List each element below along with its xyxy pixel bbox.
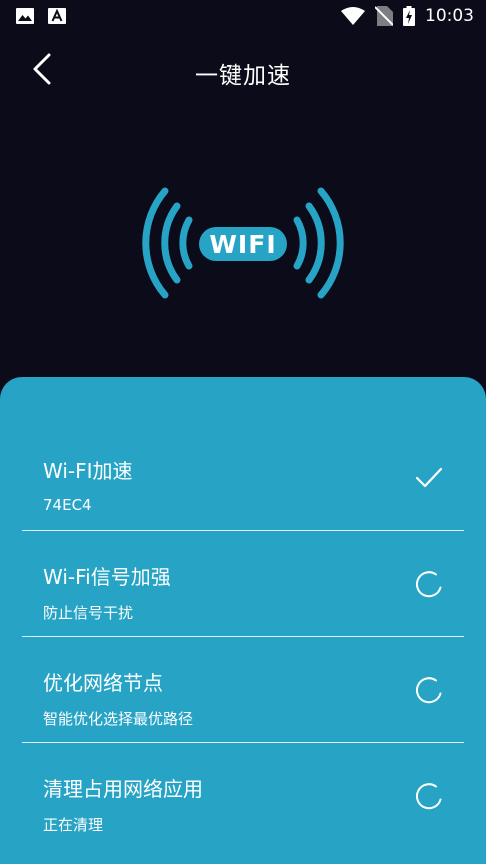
page-title: 一键加速 [195, 63, 291, 89]
task-title: 清理占用网络应用 [43, 777, 203, 801]
header: 一键加速 [0, 40, 486, 100]
no-sim-icon [375, 6, 393, 26]
wifi-wave-right-middle [305, 202, 325, 284]
task-subtitle: 智能优化选择最优路径 [43, 710, 194, 728]
task-title: Wi-FI加速 [43, 459, 133, 483]
checkmark-icon [415, 467, 443, 488]
font-a-icon [48, 8, 66, 24]
wifi-wave-right-inner [293, 216, 307, 270]
status-time: 10:03 [425, 6, 474, 26]
task-item-signal-boost: Wi-Fi信号加强 防止信号干扰 [22, 531, 464, 637]
task-item-wifi-boost: Wi-FI加速 74EC4 [22, 425, 464, 531]
task-subtitle: 74EC4 [43, 496, 92, 514]
task-panel: Wi-FI加速 74EC4 Wi-Fi信号加强 防止信号干扰 优化网络节点 智能… [0, 377, 486, 864]
spinner-icon [416, 571, 442, 598]
image-icon [16, 8, 34, 24]
task-subtitle: 防止信号干扰 [43, 604, 134, 622]
status-bar: 10:03 [0, 0, 486, 34]
battery-charging-icon [403, 6, 415, 26]
wifi-label: WIFI [209, 230, 276, 259]
task-item-clean-apps: 清理占用网络应用 正在清理 [22, 743, 464, 848]
wifi-wave-left-middle [161, 202, 181, 284]
spinner-icon [416, 783, 442, 810]
wifi-illustration: WIFI [142, 187, 344, 299]
task-title: 优化网络节点 [43, 671, 163, 695]
wifi-signal-icon [341, 7, 365, 25]
task-subtitle: 正在清理 [43, 816, 104, 834]
spinner-icon [416, 677, 442, 704]
task-item-optimize-nodes: 优化网络节点 智能优化选择最优路径 [22, 637, 464, 743]
wifi-wave-left-inner [179, 216, 193, 270]
task-title: Wi-Fi信号加强 [43, 565, 171, 589]
